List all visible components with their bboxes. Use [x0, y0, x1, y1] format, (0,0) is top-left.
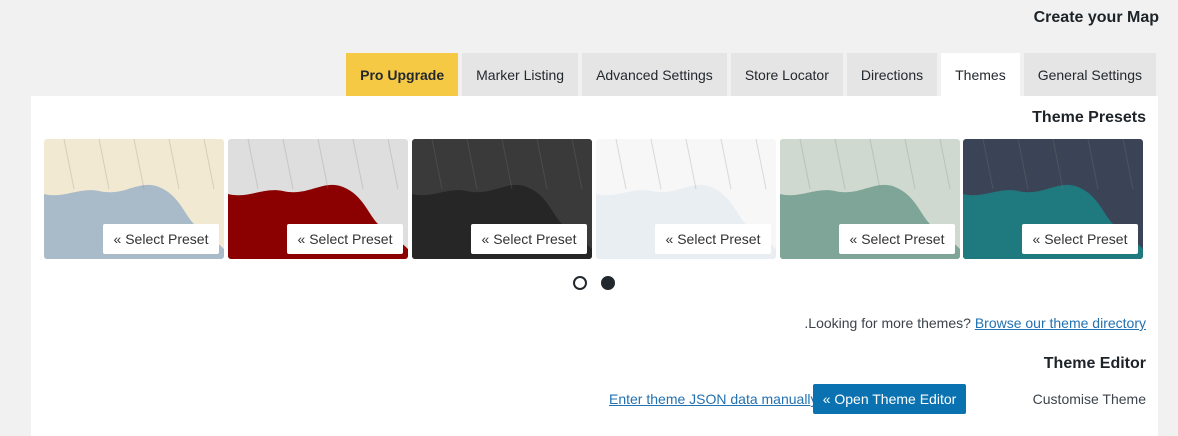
tab-advanced-settings[interactable]: Advanced Settings	[582, 53, 727, 96]
open-theme-editor-button[interactable]: « Open Theme Editor	[813, 384, 966, 414]
select-preset-button[interactable]: « Select Preset	[1022, 224, 1138, 254]
preset-card: « Select Preset	[228, 139, 408, 259]
preset-card: « Select Preset	[412, 139, 592, 259]
select-preset-button[interactable]: « Select Preset	[103, 224, 219, 254]
tab-store-locator[interactable]: Store Locator	[730, 53, 843, 96]
select-preset-button[interactable]: « Select Preset	[471, 224, 587, 254]
carousel-dot-1[interactable]	[573, 276, 587, 290]
page-title: Create your Map	[1033, 9, 1159, 26]
tab-themes[interactable]: Themes	[941, 53, 1020, 96]
preset-card: « Select Preset	[44, 139, 224, 259]
select-preset-button[interactable]: « Select Preset	[839, 224, 955, 254]
more-themes-text: .Looking for more themes?	[804, 315, 971, 331]
tab-pro-upgrade[interactable]: Pro Upgrade	[346, 53, 459, 96]
preset-card: « Select Preset	[780, 139, 960, 259]
theme-editor-title: Theme Editor	[1043, 355, 1146, 372]
select-preset-button[interactable]: « Select Preset	[287, 224, 403, 254]
themes-panel: Theme Presets « Select Preset « Select P…	[31, 96, 1158, 436]
select-preset-button[interactable]: « Select Preset	[655, 224, 771, 254]
tab-marker-listing[interactable]: Marker Listing	[462, 53, 579, 96]
theme-preset-carousel: « Select Preset « Select Preset « Select…	[44, 139, 1144, 259]
preset-card: « Select Preset	[596, 139, 776, 259]
more-themes-note: .Looking for more themes? Browse our the…	[804, 315, 1146, 331]
theme-directory-link[interactable]: Browse our theme directory	[975, 315, 1146, 331]
theme-editor-row: Enter theme JSON data manually « Open Th…	[31, 384, 1158, 414]
theme-presets-title: Theme Presets	[1032, 109, 1146, 126]
tab-general-settings[interactable]: General Settings	[1023, 53, 1156, 96]
tab-directions[interactable]: Directions	[846, 53, 938, 96]
preset-card: « Select Preset	[963, 139, 1143, 259]
carousel-pagination	[573, 276, 615, 290]
settings-tabs: General Settings Themes Directions Store…	[346, 53, 1156, 96]
customise-theme-label: Customise Theme	[1032, 391, 1146, 407]
carousel-dot-2[interactable]	[601, 276, 615, 290]
enter-json-link[interactable]: Enter theme JSON data manually	[609, 391, 818, 407]
